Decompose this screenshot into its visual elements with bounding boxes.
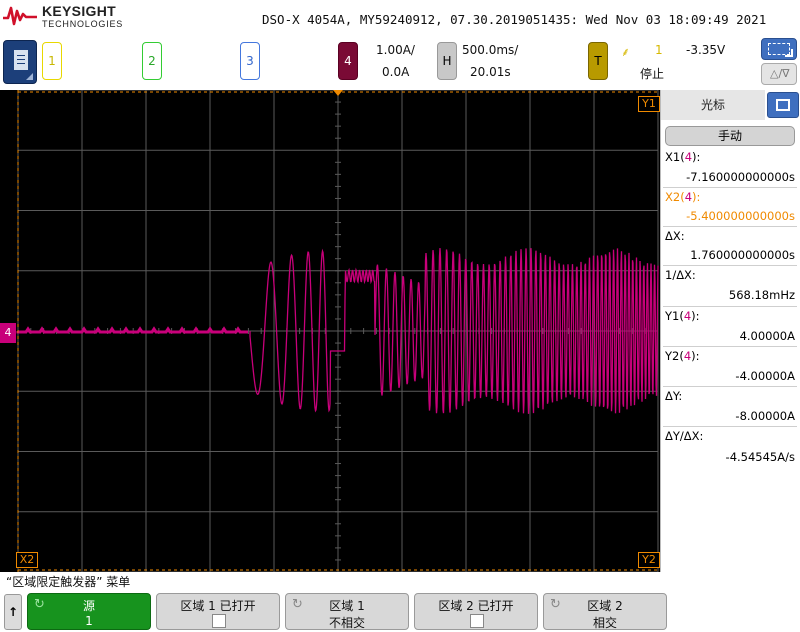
delta-y-label: ΔY: (665, 389, 683, 403)
window-icon (776, 99, 790, 111)
acquisition-state: 停止 (640, 67, 665, 81)
softkey-zone-2-mode[interactable]: ↻ 区域 2 相交 (543, 593, 667, 630)
zone-2-checkbox[interactable] (470, 614, 484, 628)
softkey-zone-1-mode[interactable]: ↻ 区域 1 不相交 (285, 593, 409, 630)
y2-value[interactable]: -4.00000A (661, 369, 795, 383)
menu-back-button[interactable]: ↑ (4, 594, 22, 630)
channel-4-scale[interactable]: 1.00A/ (376, 43, 415, 57)
instrument-status-line: DSO-X 4054A, MY59240912, 07.30.201905143… (262, 12, 767, 27)
corner-arrow-icon (26, 73, 33, 80)
channel-3-button[interactable]: 3 (240, 42, 260, 80)
delta-y-over-delta-x-value: -4.54545A/s (725, 450, 795, 464)
y1-value[interactable]: 4.00000A (661, 329, 795, 343)
inverse-delta-x-value: 568.18mHz (728, 288, 795, 302)
brand-subtitle: TECHNOLOGIES (42, 19, 124, 29)
softkey-menu-title: “区域限定触发器” 菜单 (6, 575, 131, 589)
delta-y-over-delta-x-label: ΔY/ΔX: (665, 429, 704, 443)
delta-y-value: -8.00000A (735, 409, 795, 423)
header: KEYSIGHT TECHNOLOGIES DSO-X 4054A, MY592… (0, 0, 800, 36)
channel-4-ground-marker[interactable]: 4 (0, 323, 16, 343)
x2-value[interactable]: -5.400000000000s (661, 209, 795, 223)
trigger-source: 1 (655, 43, 663, 57)
delta-x-value: 1.760000000000s (690, 248, 795, 262)
keysight-logo: KEYSIGHT TECHNOLOGIES (2, 2, 132, 34)
waveform-display[interactable]: 4 Y1 Y2 X2 (0, 90, 660, 572)
horizontal-scale[interactable]: 500.0ms/ (462, 43, 518, 57)
brand-name: KEYSIGHT (42, 3, 116, 19)
trigger-level[interactable]: -3.35V (686, 43, 725, 57)
main-menu-button[interactable] (3, 40, 37, 84)
trigger-position-marker (333, 90, 343, 96)
trigger-edge-icon: ⸙ (621, 45, 631, 59)
horizontal-delay[interactable]: 20.01s (470, 65, 511, 79)
x2-label: X2(4): (665, 190, 701, 204)
pointer-icon (785, 49, 793, 57)
zone-1-checkbox[interactable] (212, 614, 226, 628)
channel-4-offset[interactable]: 0.0A (382, 65, 409, 79)
panel-expand-button[interactable] (767, 92, 799, 118)
cursor-y1-marker[interactable]: Y1 (638, 96, 660, 112)
control-bar: 1 2 3 4 1.00A/ 0.0A H 500.0ms/ 20.01s T … (0, 36, 800, 90)
softkey-zone-1-on[interactable]: 区域 1 已打开 (156, 593, 280, 630)
keysight-wave-icon (3, 6, 37, 26)
trigger-button[interactable]: T (588, 42, 608, 80)
x1-value[interactable]: -7.160000000000s (661, 170, 795, 184)
channel-2-button[interactable]: 2 (142, 42, 162, 80)
softkey-source[interactable]: ↻ 源 1 (27, 593, 151, 630)
softkey-bar: ↑ ↻ 源 1 区域 1 已打开 ↻ 区域 1 不相交 区域 2 已打开 ↻ 区… (0, 592, 800, 632)
cursors-panel-title: 光标 (661, 90, 765, 120)
y1-label: Y1(4): (665, 309, 700, 323)
softkey-zone-2-on[interactable]: 区域 2 已打开 (414, 593, 538, 630)
document-icon (14, 50, 28, 70)
cursors-panel: 光标 手动 X1(4): -7.160000000000s X2(4): -5.… (660, 90, 800, 572)
cursors-tool-button[interactable] (761, 38, 797, 60)
channel-4-button[interactable]: 4 (338, 42, 358, 80)
x1-label: X1(4): (665, 150, 701, 164)
measure-tool-button[interactable]: △∕∇ (761, 63, 797, 85)
inverse-delta-x-label: 1/ΔX: (665, 268, 696, 282)
cursor-x2-marker[interactable]: X2 (16, 552, 38, 568)
cursor-mode-button[interactable]: 手动 (665, 126, 795, 146)
channel-1-button[interactable]: 1 (42, 42, 62, 80)
cursor-y2-marker[interactable]: Y2 (638, 552, 660, 568)
delta-x-label: ΔX: (665, 229, 685, 243)
waveform-svg (16, 90, 659, 572)
delta-measure-icon: △∕∇ (770, 67, 790, 80)
horizontal-button[interactable]: H (437, 42, 457, 80)
y2-label: Y2(4): (665, 349, 700, 363)
